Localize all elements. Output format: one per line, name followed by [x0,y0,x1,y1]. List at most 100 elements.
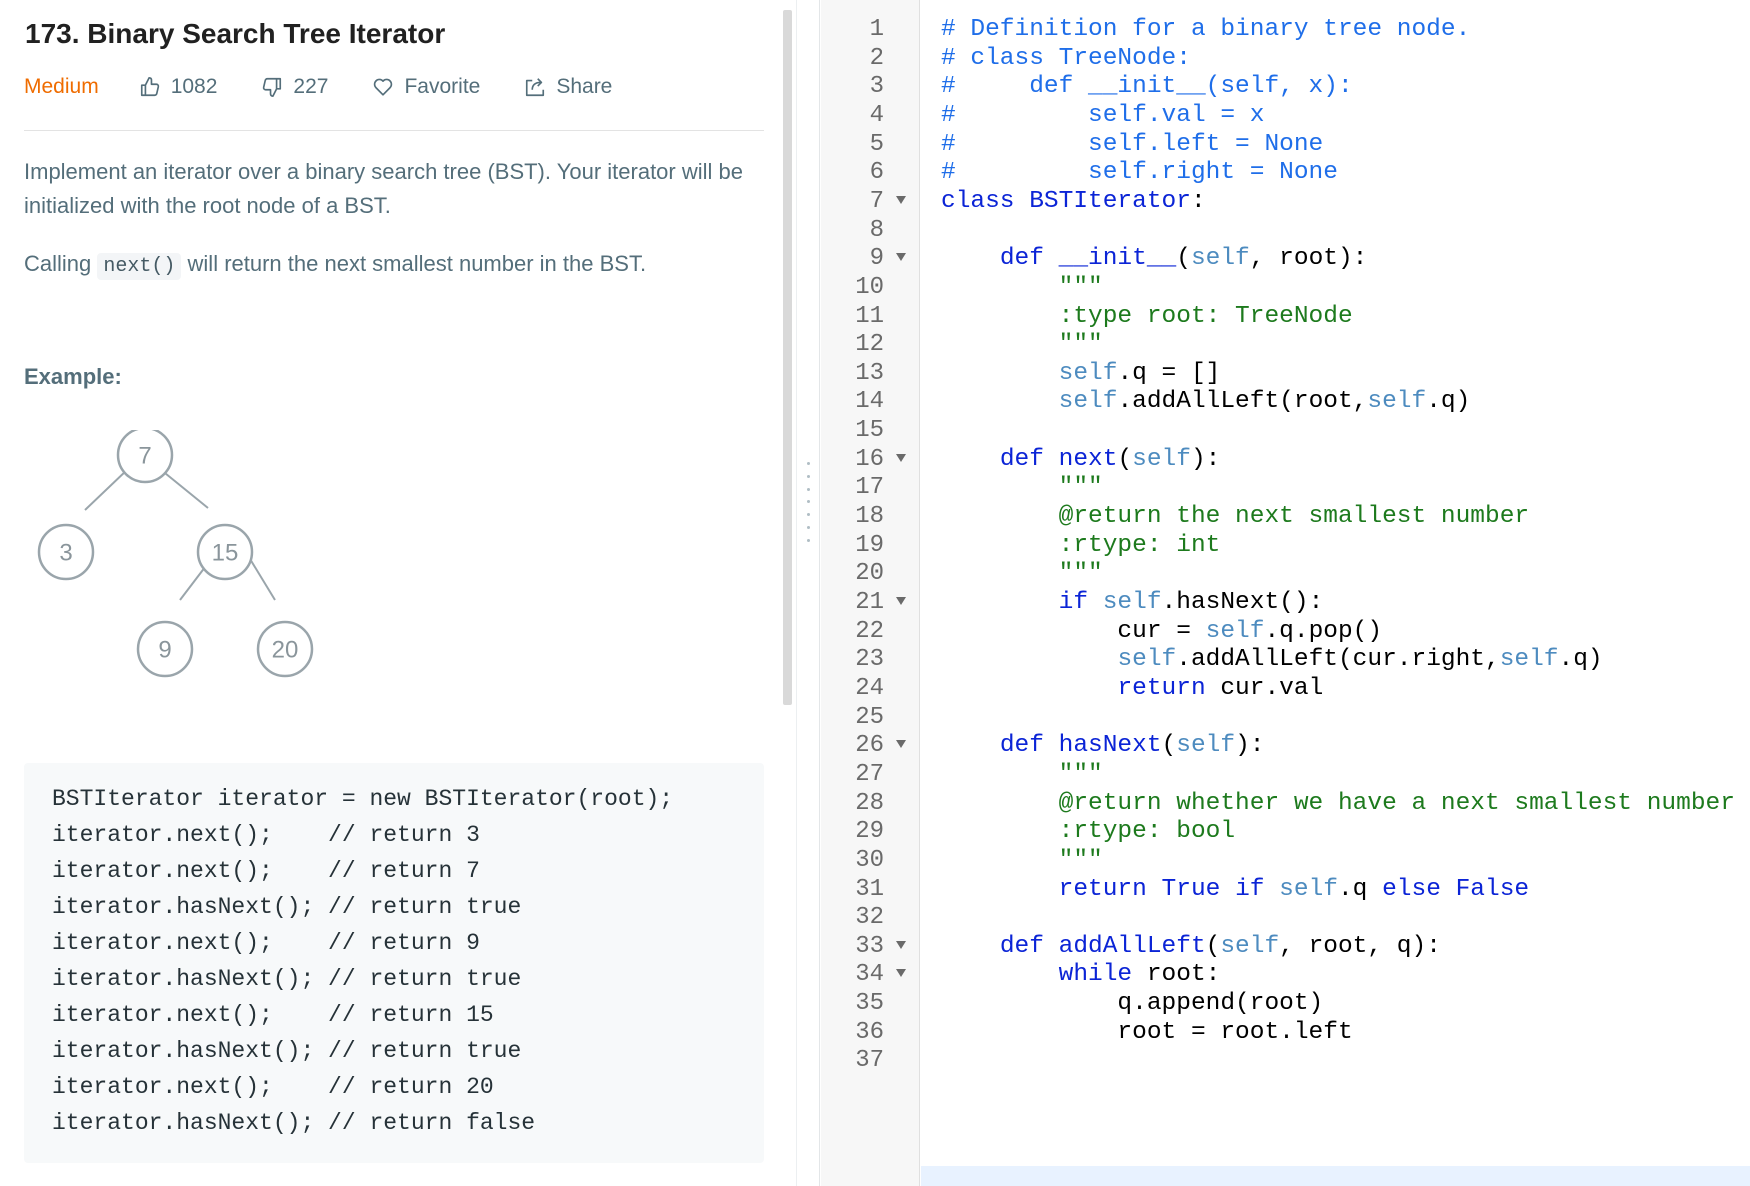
code-line[interactable]: """ [941,272,1103,304]
gutter-line: 7 [821,186,920,218]
code-line[interactable]: # def __init__(self, x): [941,71,1353,103]
code-text-area[interactable]: # Definition for a binary tree node. # cl… [941,0,1741,1186]
code-line[interactable]: # self.right = None [941,157,1338,189]
code-docstring: """ [941,760,1103,788]
tree-node-label: 7 [138,443,151,470]
fold-arrow-icon[interactable] [896,940,906,949]
drag-handle-icon[interactable] [807,462,810,542]
line-number: 6 [869,159,884,187]
code-line[interactable]: class BSTIterator: [941,186,1206,218]
code-line[interactable]: :rtype: int [941,530,1221,562]
problem-title: 173. Binary Search Tree Iterator [25,18,446,49]
code-docstring: :rtype: bool [941,818,1236,846]
tree-node-right-right: 20 [256,620,314,678]
code-self: self [1058,388,1118,416]
code-keyword: True [1161,875,1221,903]
code-line[interactable]: """ [941,558,1103,590]
tree-node-label: 9 [158,637,171,664]
code-line[interactable]: def __init__(self, root): [941,243,1368,275]
code-line[interactable]: return True if self.q else False [941,874,1530,906]
code-comment: # self.left = None [941,130,1324,158]
code-self: self [1205,617,1265,645]
code-line[interactable]: """ [941,845,1103,877]
gutter-line: 18 [821,501,920,533]
code-line[interactable]: # self.val = x [941,100,1264,132]
code-keyword: def [999,245,1044,273]
code-line[interactable]: def next(self): [941,444,1221,476]
tree-edge [84,468,129,511]
example-code-line: iterator.hasNext(); // return true [52,894,522,920]
code-line[interactable]: if self.hasNext(): [941,587,1324,619]
code-line[interactable]: # class TreeNode: [941,43,1191,75]
gutter-line: 1 [821,14,920,46]
line-number: 11 [855,302,884,330]
description-text: Calling [24,251,92,276]
code-keyword: if [1235,875,1265,903]
code-line[interactable]: :type root: TreeNode [941,301,1353,333]
line-number: 7 [869,187,884,215]
gutter-line: 19 [821,530,920,562]
code-line[interactable]: def addAllLeft(self, root, q): [941,931,1441,963]
line-number: 10 [855,273,884,301]
line-number: 19 [855,531,884,559]
tree-node-right-left: 9 [136,620,194,678]
dislike-button[interactable]: 227 [261,75,328,99]
example-code-line: iterator.next(); // return 15 [52,1002,494,1028]
code-text: , root, q): [1279,932,1441,960]
gutter-line: 32 [821,902,920,934]
line-number: 18 [855,503,884,531]
line-number: 4 [869,101,884,129]
favorite-button[interactable]: Favorite [372,75,480,99]
code-line[interactable]: self.addAllLeft(root,self.q) [941,386,1471,418]
code-line[interactable]: self.q = [] [941,358,1221,390]
code-identifier: BSTIterator [1029,187,1191,215]
code-line[interactable]: """ [941,759,1103,791]
gutter-line: 37 [821,1045,920,1077]
code-line[interactable]: # Definition for a binary tree node. [941,14,1470,46]
code-line[interactable]: """ [941,329,1103,361]
code-line[interactable]: while root: [941,959,1221,991]
code-line[interactable]: return cur.val [941,673,1323,705]
code-line[interactable]: @return whether we have a next smallest … [941,788,1735,820]
code-text: .q) [1426,388,1471,416]
line-number: 22 [855,617,884,645]
fold-arrow-icon[interactable] [896,740,906,749]
gutter-line: 15 [821,415,920,447]
code-line[interactable]: root = root.left [941,1017,1352,1049]
code-line[interactable]: # self.left = None [941,129,1323,161]
code-line[interactable]: @return the next smallest number [941,501,1530,533]
panel-splitter[interactable] [796,0,820,1186]
fold-arrow-icon[interactable] [896,253,906,262]
gutter-line: 12 [821,329,920,361]
like-count: 1082 [170,75,218,98]
code-line[interactable]: self.addAllLeft(cur.right,self.q) [941,644,1602,676]
code-line[interactable]: :rtype: bool [941,816,1235,848]
code-line[interactable]: """ [941,472,1103,504]
code-line[interactable]: q.append(root) [941,988,1323,1020]
fold-arrow-icon[interactable] [896,969,906,978]
description-scrollbar[interactable] [783,10,792,705]
fold-arrow-icon[interactable] [896,195,906,204]
line-number: 31 [855,875,884,903]
fold-arrow-icon[interactable] [896,453,906,462]
code-editor[interactable]: 1 2 3 4 5 6 7 8 9 10 11 12 13 14 15 16 17 18 19 20 21 22 23 24 2… [821,0,1750,1186]
code-keyword: def [999,732,1044,760]
code-line[interactable]: def hasNext(self): [941,730,1265,762]
code-line[interactable]: cur = self.q.pop() [941,616,1382,648]
share-button[interactable]: Share [524,75,612,99]
code-self: self [1117,646,1177,674]
line-number: 17 [855,474,884,502]
fold-arrow-icon[interactable] [896,597,906,605]
line-number: 27 [855,760,884,788]
inline-code-next: next() [97,253,182,280]
like-button[interactable]: 1082 [139,75,218,99]
